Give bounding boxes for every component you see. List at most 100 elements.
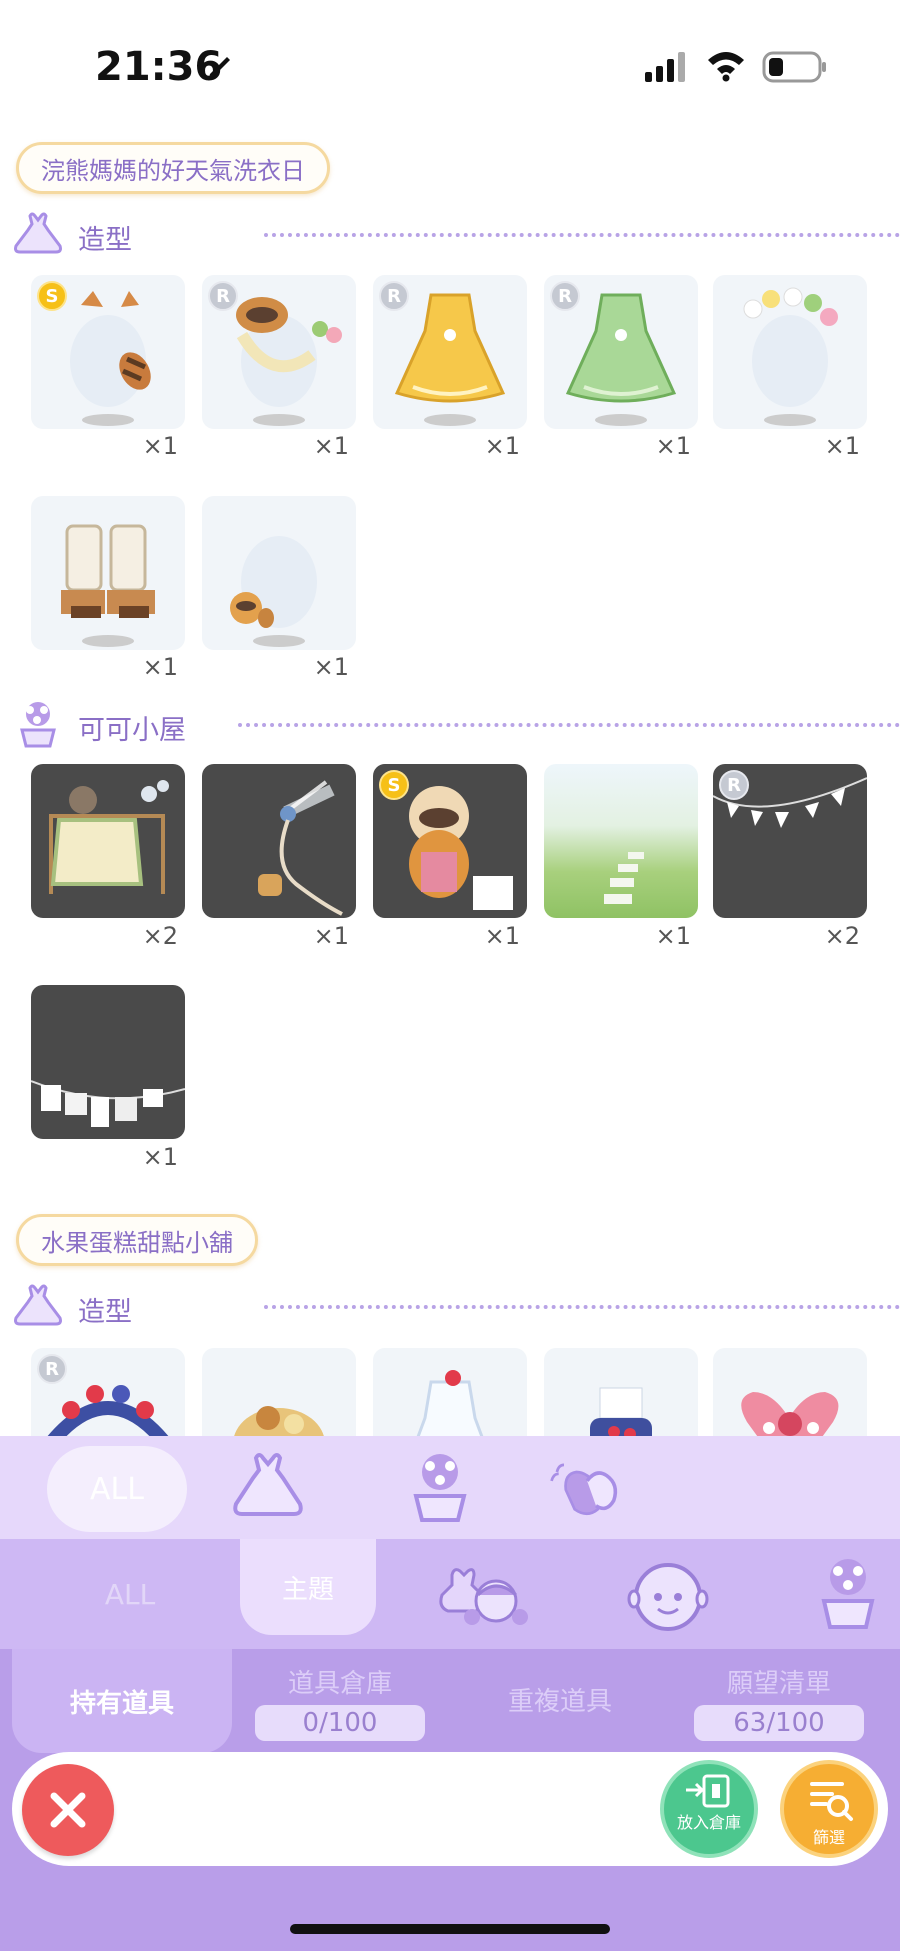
- category-row: ALL: [0, 1436, 900, 1539]
- item-tile[interactable]: [713, 275, 867, 429]
- item-tile[interactable]: [373, 1348, 527, 1436]
- cookie-hat-icon: [234, 1406, 324, 1436]
- section-header: 造型: [10, 1278, 900, 1334]
- tab-label: 願望清單: [726, 1669, 831, 1699]
- item-tile[interactable]: R: [202, 275, 356, 429]
- close-icon: [50, 1792, 86, 1828]
- tab-wishlist[interactable]: 願望清單 63/100: [694, 1649, 864, 1759]
- filter-button[interactable]: 篩選: [780, 1760, 878, 1858]
- item-tile[interactable]: R: [544, 275, 698, 429]
- item-tile[interactable]: [202, 496, 356, 650]
- item-tile[interactable]: R: [713, 764, 867, 918]
- filter-search-icon: [810, 1782, 853, 1821]
- theme-title: 浣熊媽媽的好天氣洗衣日: [16, 142, 330, 194]
- clothesline-icon: [31, 1080, 185, 1127]
- home-indicator[interactable]: [290, 1924, 610, 1934]
- theme-title: 水果蛋糕甜點小舖: [16, 1214, 258, 1266]
- raccoon-boots-icon: [61, 524, 155, 647]
- tab-item-storage[interactable]: 道具倉庫 0/100: [255, 1649, 425, 1759]
- subcategory-row: ALL 主題: [0, 1539, 900, 1649]
- face-icon[interactable]: [620, 1555, 716, 1635]
- pink-bow-icon: [741, 1392, 839, 1436]
- wishlist-count: 63/100: [694, 1705, 864, 1741]
- laundry-rack-icon: [49, 780, 169, 894]
- item-quantity: ×2: [142, 922, 178, 950]
- rarity-badge: R: [37, 1354, 67, 1384]
- flower-pot-icon[interactable]: [800, 1555, 896, 1635]
- section-label: 可可小屋: [78, 715, 186, 746]
- section-divider: [264, 1305, 900, 1309]
- item-tile[interactable]: [202, 1348, 356, 1436]
- wave-hand-icon[interactable]: [548, 1450, 628, 1526]
- item-tile[interactable]: [31, 985, 185, 1139]
- item-quantity: ×1: [313, 432, 349, 460]
- section-header: 造型: [10, 206, 900, 262]
- item-quantity: ×1: [824, 432, 860, 460]
- item-tile[interactable]: [31, 496, 185, 650]
- tab-duplicate-items[interactable]: 重複道具: [475, 1649, 645, 1759]
- item-tile[interactable]: [544, 764, 698, 918]
- item-quantity: ×1: [655, 922, 691, 950]
- pen-icon: [209, 57, 230, 78]
- dress-icon[interactable]: [228, 1450, 308, 1526]
- section-divider: [238, 723, 900, 727]
- filter-panel: ALL ALL 主題 持有道具 道具倉庫 0/100 重複道具 願望清單 63/…: [0, 1436, 900, 1951]
- item-quantity: ×1: [142, 1143, 178, 1171]
- section-label: 造型: [78, 225, 132, 256]
- signal-icon: [645, 52, 685, 82]
- raccoon-plush-icon: [230, 536, 317, 647]
- filter-button-label: 篩選: [812, 1828, 845, 1847]
- subcategory-all-tab[interactable]: ALL: [60, 1559, 200, 1629]
- tab-label: 重複道具: [507, 1687, 612, 1717]
- storage-count: 0/100: [255, 1705, 425, 1741]
- item-tile[interactable]: R: [31, 1348, 185, 1436]
- item-tile[interactable]: S: [373, 764, 527, 918]
- item-tile[interactable]: [202, 764, 356, 918]
- status-bar: 21:36: [0, 0, 900, 120]
- dress-icon: [14, 1284, 62, 1326]
- item-quantity: ×1: [313, 653, 349, 681]
- rarity-badge: R: [719, 770, 749, 800]
- item-quantity: ×1: [313, 922, 349, 950]
- item-tile[interactable]: [31, 764, 185, 918]
- grass-path-icon: [604, 852, 644, 904]
- flower-pot-icon: [20, 702, 56, 748]
- flower-crown-icon: [743, 287, 838, 426]
- rarity-badge: R: [550, 281, 580, 311]
- item-tile[interactable]: [544, 1348, 698, 1436]
- flower-pot-icon[interactable]: [400, 1450, 480, 1526]
- tab-label: 道具倉庫: [287, 1669, 392, 1699]
- water-hose-icon: [258, 780, 343, 916]
- berry-bag-icon: [590, 1387, 652, 1436]
- storage-icon: [686, 1774, 730, 1808]
- battery-icon: [762, 51, 826, 83]
- item-tile[interactable]: S: [31, 275, 185, 429]
- category-all-tab[interactable]: ALL: [47, 1446, 187, 1532]
- wifi-icon: [708, 52, 744, 82]
- item-quantity: ×1: [142, 432, 178, 460]
- item-tile[interactable]: R: [373, 275, 527, 429]
- rarity-badge: R: [208, 281, 238, 311]
- item-quantity: ×1: [484, 922, 520, 950]
- rarity-badge: S: [37, 281, 67, 311]
- fruit-dress-icon: [416, 1370, 484, 1436]
- item-tile[interactable]: [713, 1348, 867, 1436]
- inventory-tabs: 持有道具 道具倉庫 0/100 重複道具 願望清單 63/100: [0, 1649, 900, 1769]
- section-header: 可可小屋: [10, 696, 900, 752]
- section-label: 造型: [78, 1297, 132, 1328]
- item-quantity: ×1: [655, 432, 691, 460]
- couple-icon[interactable]: [438, 1555, 534, 1635]
- storage-button-label: 放入倉庫: [676, 1813, 741, 1832]
- dress-icon: [14, 212, 62, 254]
- rarity-badge: R: [379, 281, 409, 311]
- rarity-badge: S: [379, 770, 409, 800]
- tab-owned-items[interactable]: 持有道具: [12, 1649, 232, 1753]
- put-in-storage-button[interactable]: 放入倉庫: [660, 1760, 758, 1858]
- item-quantity: ×1: [142, 653, 178, 681]
- subcategory-theme-tab[interactable]: 主題: [240, 1539, 376, 1635]
- section-divider: [264, 233, 900, 237]
- action-bar: 放入倉庫 篩選: [12, 1752, 888, 1866]
- item-quantity: ×2: [824, 922, 860, 950]
- item-list[interactable]: 浣熊媽媽的好天氣洗衣日 造型 S ×1 R ×1 R ×1 R ×1 ×1 ×1: [0, 120, 900, 1436]
- close-button[interactable]: [22, 1764, 114, 1856]
